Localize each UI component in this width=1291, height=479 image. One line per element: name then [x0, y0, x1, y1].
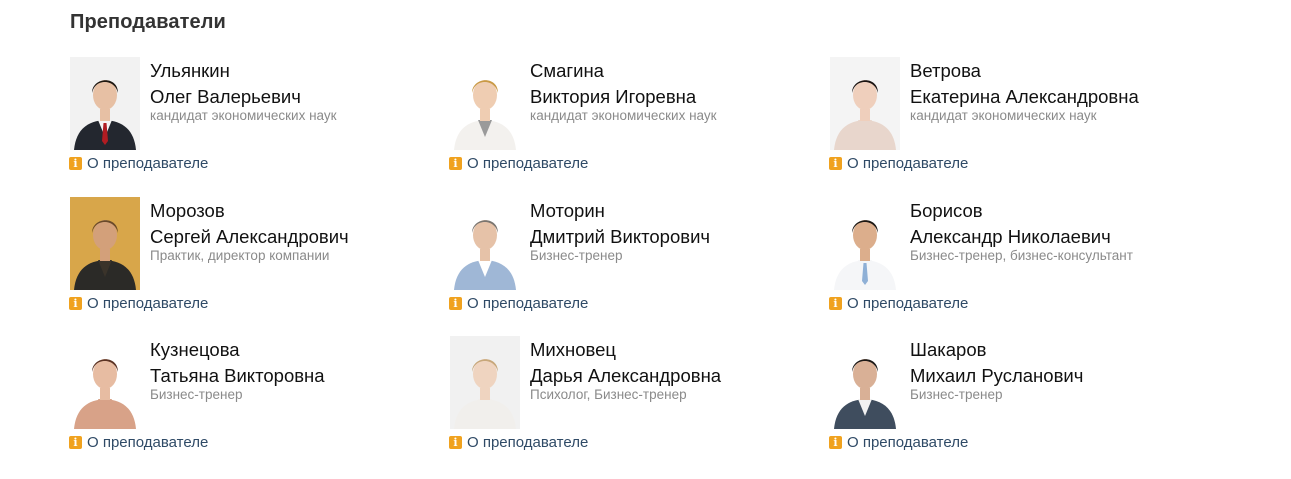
about-teacher-label: О преподавателе — [467, 434, 589, 451]
teacher-degree: Бизнес-тренер, бизнес-консультант — [910, 248, 1133, 263]
teacher-given-name: Татьяна Викторовна — [150, 365, 325, 386]
teacher-degree: Бизнес-тренер — [150, 387, 243, 402]
about-teacher-label: О преподавателе — [87, 295, 209, 312]
info-icon: i — [69, 157, 82, 170]
teacher-name[interactable]: Моторин Дмитрий Викторович — [530, 198, 710, 250]
about-teacher-label: О преподавателе — [467, 295, 589, 312]
teacher-card: Ульянкин Олег Валерьевич кандидат эконом… — [69, 57, 430, 182]
about-teacher-label: О преподавателе — [847, 155, 969, 172]
teacher-given-name: Виктория Игоревна — [530, 86, 697, 107]
teacher-surname: Моторин — [530, 200, 605, 221]
about-teacher-link[interactable]: i О преподавателе — [69, 295, 208, 312]
info-icon: i — [449, 297, 462, 310]
teacher-surname: Борисов — [910, 200, 983, 221]
info-icon: i — [69, 297, 82, 310]
teacher-card: Михновец Дарья Александровна Психолог, Б… — [449, 336, 810, 461]
teacher-given-name: Дмитрий Викторович — [530, 226, 711, 247]
teacher-name[interactable]: Кузнецова Татьяна Викторовна — [150, 337, 325, 389]
teacher-given-name: Олег Валерьевич — [150, 86, 301, 107]
teacher-surname: Морозов — [150, 200, 225, 221]
teacher-given-name: Сергей Александрович — [150, 226, 349, 247]
teacher-given-name: Дарья Александровна — [530, 365, 722, 386]
teacher-surname: Кузнецова — [150, 339, 240, 360]
teacher-name[interactable]: Смагина Виктория Игоревна — [530, 58, 696, 110]
teacher-degree: Бизнес-тренер — [530, 248, 623, 263]
about-teacher-link[interactable]: i О преподавателе — [829, 434, 968, 451]
teacher-name[interactable]: Шакаров Михаил Русланович — [910, 337, 1083, 389]
teacher-photo[interactable] — [830, 57, 900, 150]
teacher-surname: Ульянкин — [150, 60, 230, 81]
section-title: Преподаватели — [70, 11, 226, 33]
info-icon: i — [829, 436, 842, 449]
info-icon: i — [449, 436, 462, 449]
teacher-photo[interactable] — [70, 57, 140, 150]
teacher-photo[interactable] — [70, 197, 140, 290]
teacher-degree: кандидат экономических наук — [910, 108, 1097, 123]
teacher-name[interactable]: Ульянкин Олег Валерьевич — [150, 58, 301, 110]
teacher-name[interactable]: Михновец Дарья Александровна — [530, 337, 721, 389]
about-teacher-link[interactable]: i О преподавателе — [69, 434, 208, 451]
about-teacher-label: О преподавателе — [87, 434, 209, 451]
teacher-given-name: Екатерина Александровна — [910, 86, 1139, 107]
about-teacher-link[interactable]: i О преподавателе — [69, 155, 208, 172]
teacher-card: Моторин Дмитрий Викторович Бизнес-тренер… — [449, 197, 810, 322]
teacher-photo[interactable] — [830, 336, 900, 429]
about-teacher-label: О преподавателе — [467, 155, 589, 172]
about-teacher-link[interactable]: i О преподавателе — [449, 295, 588, 312]
teacher-card: Морозов Сергей Александрович Практик, ди… — [69, 197, 430, 322]
teacher-photo[interactable] — [830, 197, 900, 290]
teacher-card: Смагина Виктория Игоревна кандидат эконо… — [449, 57, 810, 182]
info-icon: i — [829, 157, 842, 170]
teacher-photo[interactable] — [450, 336, 520, 429]
about-teacher-link[interactable]: i О преподавателе — [449, 155, 588, 172]
teacher-card: Шакаров Михаил Русланович Бизнес-тренер … — [829, 336, 1190, 461]
teacher-degree: Бизнес-тренер — [910, 387, 1003, 402]
teacher-card: Ветрова Екатерина Александровна кандидат… — [829, 57, 1190, 182]
teacher-degree: Психолог, Бизнес-тренер — [530, 387, 687, 402]
teacher-photo[interactable] — [450, 57, 520, 150]
about-teacher-link[interactable]: i О преподавателе — [829, 295, 968, 312]
teacher-photo[interactable] — [450, 197, 520, 290]
teacher-surname: Михновец — [530, 339, 617, 360]
teacher-surname: Смагина — [530, 60, 604, 81]
teacher-surname: Ветрова — [910, 60, 981, 81]
teacher-surname: Шакаров — [910, 339, 987, 360]
about-teacher-label: О преподавателе — [87, 155, 209, 172]
info-icon: i — [449, 157, 462, 170]
teacher-card: Борисов Александр Николаевич Бизнес-трен… — [829, 197, 1190, 322]
teacher-degree: кандидат экономических наук — [530, 108, 717, 123]
teacher-given-name: Александр Николаевич — [910, 226, 1111, 247]
teacher-name[interactable]: Морозов Сергей Александрович — [150, 198, 349, 250]
about-teacher-label: О преподавателе — [847, 434, 969, 451]
teacher-name[interactable]: Борисов Александр Николаевич — [910, 198, 1111, 250]
teacher-degree: Практик, директор компании — [150, 248, 330, 263]
teacher-name[interactable]: Ветрова Екатерина Александровна — [910, 58, 1139, 110]
about-teacher-link[interactable]: i О преподавателе — [449, 434, 588, 451]
about-teacher-label: О преподавателе — [847, 295, 969, 312]
about-teacher-link[interactable]: i О преподавателе — [829, 155, 968, 172]
teacher-card: Кузнецова Татьяна Викторовна Бизнес-трен… — [69, 336, 430, 461]
teacher-degree: кандидат экономических наук — [150, 108, 337, 123]
info-icon: i — [69, 436, 82, 449]
teacher-photo[interactable] — [70, 336, 140, 429]
teacher-given-name: Михаил Русланович — [910, 365, 1084, 386]
info-icon: i — [829, 297, 842, 310]
